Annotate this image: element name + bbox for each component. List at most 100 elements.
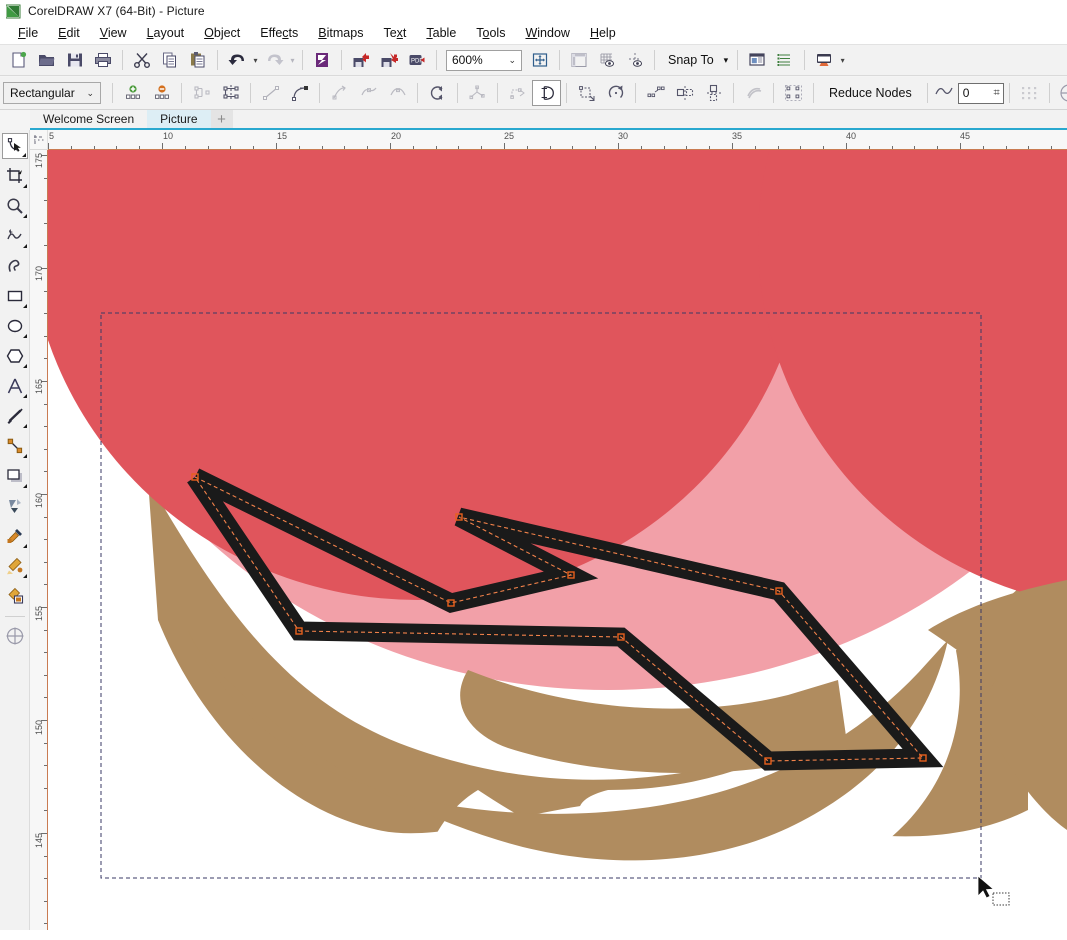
options-button[interactable]	[743, 47, 771, 73]
tool-smart-fill[interactable]	[2, 583, 28, 609]
new-button[interactable]	[5, 47, 33, 73]
delete-node-button[interactable]	[147, 80, 176, 106]
add-tab-button[interactable]: +	[210, 110, 233, 128]
tool-rectangle[interactable]	[2, 283, 28, 309]
extend-curve-button[interactable]	[463, 80, 492, 106]
vertical-ruler[interactable]: 175 170 165 160 155 150 145	[30, 150, 48, 940]
menu-bitmaps[interactable]: Bitmaps	[308, 24, 373, 42]
undo-button[interactable]	[223, 47, 251, 73]
select-all-nodes-button[interactable]	[779, 80, 808, 106]
copy-button[interactable]	[156, 47, 184, 73]
tool-text[interactable]	[2, 373, 28, 399]
break-curve-button[interactable]	[216, 80, 245, 106]
tool-ellipse[interactable]	[2, 313, 28, 339]
flyout-arrow-icon[interactable]	[22, 184, 27, 188]
close-curve-button[interactable]	[532, 80, 561, 106]
tool-polygon[interactable]	[2, 343, 28, 369]
horizontal-ruler[interactable]: 5 10 15 20 25 30 35 40 45	[48, 130, 1067, 150]
join-nodes-button[interactable]	[187, 80, 216, 106]
flyout-arrow-icon[interactable]	[22, 424, 27, 428]
bounding-box-button[interactable]	[1015, 80, 1044, 106]
open-button[interactable]	[33, 47, 61, 73]
show-guidelines-button[interactable]	[621, 47, 649, 73]
curve-smoothness-input[interactable]: 0 ⌗	[957, 82, 1004, 104]
align-nodes-button[interactable]	[641, 80, 670, 106]
tool-color-eyedropper[interactable]	[2, 523, 28, 549]
reduce-nodes-button[interactable]: Reduce Nodes	[819, 86, 922, 100]
tool-artistic-media[interactable]	[2, 253, 28, 279]
convert-to-curve-button[interactable]	[285, 80, 314, 106]
paste-button[interactable]	[184, 47, 212, 73]
menu-help[interactable]: Help	[580, 24, 626, 42]
spinner-icon[interactable]: ⌗	[994, 87, 1000, 100]
tool-drop-shadow[interactable]	[2, 463, 28, 489]
symmetrical-node-button[interactable]	[383, 80, 412, 106]
elastic-mode-button[interactable]	[739, 80, 768, 106]
flyout-arrow-icon[interactable]	[21, 153, 26, 157]
rotate-nodes-button[interactable]	[601, 80, 630, 106]
tool-zoom[interactable]	[2, 193, 28, 219]
redo-dropdown-caret[interactable]: ▾	[288, 50, 297, 70]
show-grid-button[interactable]	[593, 47, 621, 73]
menu-view[interactable]: View	[90, 24, 137, 42]
menu-window[interactable]: Window	[515, 24, 579, 42]
selection-mode-combo[interactable]: Rectangular ⌄	[3, 82, 101, 104]
publish-pdf-button[interactable]: PDF	[403, 47, 431, 73]
ruler-origin-corner[interactable]	[30, 130, 48, 150]
tool-connector[interactable]	[2, 433, 28, 459]
application-launcher-caret[interactable]: ▾	[838, 50, 847, 70]
save-button[interactable]	[61, 47, 89, 73]
extract-subpath-button[interactable]	[503, 80, 532, 106]
flyout-arrow-icon[interactable]	[22, 544, 27, 548]
flyout-arrow-icon[interactable]	[22, 334, 27, 338]
show-rulers-button[interactable]	[565, 47, 593, 73]
tool-interactive-fill[interactable]	[2, 553, 28, 579]
menu-table[interactable]: Table	[416, 24, 466, 42]
menu-tools[interactable]: Tools	[466, 24, 515, 42]
menu-object[interactable]: Object	[194, 24, 250, 42]
flyout-arrow-icon[interactable]	[22, 574, 27, 578]
reflect-nodes-horizontal-button[interactable]	[670, 80, 699, 106]
import-button[interactable]	[347, 47, 375, 73]
tab-welcome-screen[interactable]: Welcome Screen	[30, 110, 148, 128]
cusp-node-button[interactable]	[325, 80, 354, 106]
flyout-arrow-icon[interactable]	[22, 484, 27, 488]
flyout-arrow-icon[interactable]	[22, 394, 27, 398]
convert-to-line-button[interactable]	[256, 80, 285, 106]
drawing-canvas[interactable]	[48, 150, 1067, 940]
menu-edit[interactable]: Edit	[48, 24, 90, 42]
add-node-button[interactable]	[118, 80, 147, 106]
redo-button[interactable]	[260, 47, 288, 73]
reflect-nodes-vertical-button[interactable]	[699, 80, 728, 106]
tool-outline[interactable]	[2, 623, 28, 649]
tool-transparency[interactable]	[2, 493, 28, 519]
flyout-arrow-icon[interactable]	[22, 364, 27, 368]
menu-text[interactable]: Text	[373, 24, 416, 42]
tool-crop[interactable]	[2, 163, 28, 189]
stretch-nodes-button[interactable]	[572, 80, 601, 106]
add-target-button[interactable]	[1055, 80, 1067, 106]
flyout-arrow-icon[interactable]	[22, 454, 27, 458]
flyout-arrow-icon[interactable]	[22, 214, 27, 218]
flyout-arrow-icon[interactable]	[22, 244, 27, 248]
object-manager-button[interactable]	[771, 47, 799, 73]
tab-picture[interactable]: Picture	[147, 110, 211, 128]
undo-dropdown-caret[interactable]: ▾	[251, 50, 260, 70]
tool-dimension[interactable]	[2, 403, 28, 429]
cut-button[interactable]	[128, 47, 156, 73]
print-button[interactable]	[89, 47, 117, 73]
reverse-direction-button[interactable]	[423, 80, 452, 106]
application-launcher-button[interactable]	[810, 47, 838, 73]
menu-effects[interactable]: Effects	[250, 24, 308, 42]
menu-file[interactable]: File	[8, 24, 48, 42]
snap-to-button[interactable]: Snap To ▾	[660, 47, 732, 73]
search-content-button[interactable]	[308, 47, 336, 73]
zoom-level-combo[interactable]: 600% ⌄	[446, 49, 522, 71]
zoom-levels-button[interactable]	[526, 47, 554, 73]
flyout-arrow-icon[interactable]	[22, 304, 27, 308]
smooth-node-button[interactable]	[354, 80, 383, 106]
export-button[interactable]	[375, 47, 403, 73]
menu-layout[interactable]: Layout	[137, 24, 195, 42]
tool-freehand[interactable]	[2, 223, 28, 249]
tool-shape[interactable]	[1, 133, 28, 159]
